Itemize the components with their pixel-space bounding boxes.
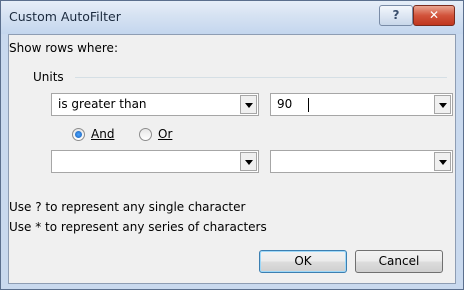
ok-button[interactable]: OK bbox=[259, 250, 347, 273]
field-name-label: Units bbox=[33, 70, 64, 84]
window-title: Custom AutoFilter bbox=[9, 9, 121, 24]
operator1-value: is greater than bbox=[58, 97, 147, 111]
cancel-button[interactable]: Cancel bbox=[355, 250, 443, 273]
close-button[interactable]: ✕ bbox=[413, 5, 455, 26]
chevron-down-icon[interactable] bbox=[434, 152, 451, 171]
close-icon: ✕ bbox=[428, 8, 440, 22]
chevron-down-icon[interactable] bbox=[434, 95, 451, 114]
text-cursor bbox=[308, 98, 309, 112]
dialog-body: Show rows where: Units is greater than 9… bbox=[8, 34, 456, 284]
and-radio[interactable] bbox=[72, 128, 85, 141]
value1-text: 90 bbox=[277, 97, 293, 111]
or-label[interactable]: Or bbox=[158, 127, 172, 141]
help-button[interactable]: ? bbox=[379, 5, 413, 26]
hint-single-char: Use ? to represent any single character bbox=[9, 200, 246, 214]
or-radio[interactable] bbox=[139, 128, 152, 141]
custom-autofilter-dialog: Custom AutoFilter ? ✕ Show rows where: U… bbox=[0, 0, 464, 290]
hint-series-chars: Use * to represent any series of charact… bbox=[9, 220, 267, 234]
help-icon: ? bbox=[392, 8, 400, 22]
chevron-down-icon[interactable] bbox=[240, 152, 257, 171]
and-label[interactable]: And bbox=[91, 127, 114, 141]
chevron-down-icon[interactable] bbox=[240, 95, 257, 114]
value1-combobox[interactable]: 90 bbox=[270, 93, 453, 116]
show-rows-label: Show rows where: bbox=[9, 41, 118, 55]
title-bar[interactable]: Custom AutoFilter ? ✕ bbox=[1, 1, 463, 34]
operator2-select[interactable] bbox=[51, 150, 259, 173]
operator1-select[interactable]: is greater than bbox=[51, 93, 259, 116]
value2-combobox[interactable] bbox=[270, 150, 453, 173]
group-divider bbox=[75, 77, 447, 78]
